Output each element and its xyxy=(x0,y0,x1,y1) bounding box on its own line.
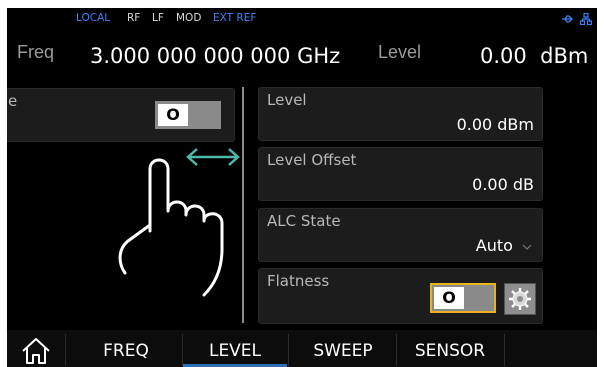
status-ext-ref: EXT REF xyxy=(213,12,257,24)
freq-label: Freq xyxy=(17,42,55,62)
tab-separator xyxy=(288,334,289,366)
status-local: LOCAL xyxy=(76,12,111,24)
flatness-title: Flatness xyxy=(267,272,330,290)
alc-state-setting[interactable]: ALC State Auto xyxy=(258,208,543,262)
home-button[interactable] xyxy=(19,334,53,366)
gear-icon xyxy=(509,288,531,310)
level-setting-title: Level xyxy=(267,91,307,109)
usb-icon xyxy=(562,15,573,23)
flatness-toggle[interactable]: O xyxy=(430,283,496,313)
toggle-knob: O xyxy=(158,104,188,126)
alc-state-value: Auto xyxy=(475,236,513,255)
status-mod: MOD xyxy=(176,12,202,24)
network-icon xyxy=(580,13,592,25)
freq-value[interactable]: 3.000 000 000 000 GHz xyxy=(90,44,340,68)
level-label: Level xyxy=(378,42,422,62)
level-offset-setting[interactable]: Level Offset 0.00 dB xyxy=(258,147,543,201)
flatness-settings-button[interactable] xyxy=(504,283,536,315)
left-panel-toggle[interactable]: O xyxy=(155,101,221,129)
home-icon xyxy=(22,338,50,364)
level-offset-title: Level Offset xyxy=(267,151,357,169)
status-rf: RF xyxy=(127,12,141,24)
freq-unit: GHz xyxy=(297,44,341,68)
left-setting-panel[interactable]: e O xyxy=(7,88,235,142)
level-setting-value: 0.00 dBm xyxy=(456,115,534,134)
tab-freq[interactable]: FREQ xyxy=(71,333,181,367)
instrument-screen: LOCAL RF LF MOD EXT REF Freq 3.000 000 0… xyxy=(7,8,597,367)
level-header-value[interactable]: 0.00 dBm xyxy=(480,44,588,68)
alc-state-dropdown[interactable]: Auto xyxy=(476,236,532,255)
level-setting[interactable]: Level 0.00 dBm xyxy=(258,87,543,141)
tab-sweep[interactable]: SWEEP xyxy=(291,333,395,367)
tab-separator xyxy=(504,334,505,366)
level-offset-value: 0.00 dB xyxy=(472,175,534,194)
tab-separator xyxy=(65,334,66,366)
alc-state-title: ALC State xyxy=(267,212,341,230)
level-unit: dBm xyxy=(540,44,589,68)
tab-sensor[interactable]: SENSOR xyxy=(397,333,503,367)
panel-divider xyxy=(242,87,244,323)
flatness-setting[interactable]: Flatness O xyxy=(258,268,543,324)
chevron-down-icon xyxy=(522,244,532,250)
swipe-hand-icon xyxy=(118,158,224,297)
flatness-toggle-knob: O xyxy=(434,287,464,309)
tab-level[interactable]: LEVEL xyxy=(183,333,287,367)
left-panel-title: e xyxy=(8,92,18,110)
status-lf: LF xyxy=(152,12,164,24)
level-number: 0.00 xyxy=(480,44,527,68)
freq-number: 3.000 000 000 000 xyxy=(90,44,291,68)
